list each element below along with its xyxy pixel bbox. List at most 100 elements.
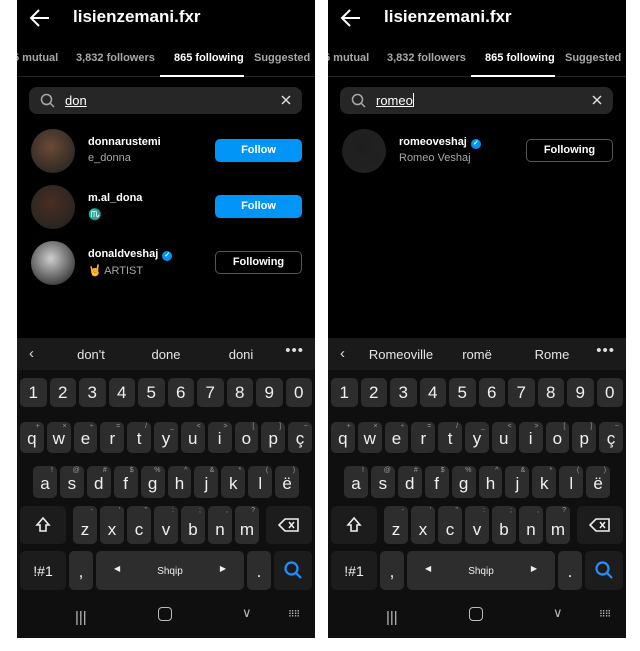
key-f[interactable]: $ f [113, 466, 138, 498]
key-x[interactable]: ' x [411, 506, 435, 544]
key-3[interactable]: 3 [390, 378, 417, 407]
key-3[interactable]: 3 [79, 378, 106, 407]
key-k[interactable]: * k [221, 466, 246, 498]
tab-suggested[interactable]: Suggested [254, 52, 310, 64]
key-u[interactable]: < u [491, 422, 516, 453]
key-0[interactable]: 0 [596, 378, 623, 407]
more-options-icon[interactable]: ••• [285, 342, 304, 359]
avatar[interactable] [31, 185, 75, 229]
symbols-key[interactable]: !#1 [331, 551, 377, 590]
key-e[interactable]: ÷ e [384, 422, 409, 453]
tab-followers[interactable]: 3,832 followers [387, 52, 466, 64]
more-options-icon[interactable]: ••• [596, 342, 615, 359]
search-query[interactable]: romeo [376, 93, 414, 108]
key-9[interactable]: 9 [256, 378, 283, 407]
key-4[interactable]: 4 [419, 378, 446, 407]
key-n[interactable]: ,n [519, 506, 543, 544]
keyboard-icon[interactable]: ⠿⠿ [599, 609, 611, 620]
key-c[interactable]: " c [127, 506, 151, 544]
avatar[interactable] [342, 129, 386, 173]
key-s[interactable]: @ s [370, 466, 395, 498]
key-g[interactable]: % g [451, 466, 476, 498]
key-5[interactable]: 5 [138, 378, 165, 407]
key-i[interactable]: > i [518, 422, 543, 453]
key-p[interactable]: ] p [572, 422, 597, 453]
tab-suggested[interactable]: Suggested [565, 52, 621, 64]
comma-key[interactable]: , [69, 551, 93, 590]
search-key[interactable] [274, 551, 312, 590]
key-l[interactable]: (l [248, 466, 273, 498]
key-s[interactable]: @ s [59, 466, 84, 498]
key-9[interactable]: 9 [567, 378, 594, 407]
key-j[interactable]: & j [194, 466, 219, 498]
shift-key[interactable] [331, 506, 377, 544]
username[interactable]: m.al_dona [88, 192, 142, 204]
tab-mutual[interactable]: 5 mutual [17, 52, 58, 64]
tab-mutual[interactable]: 5 mutual [328, 52, 369, 64]
username[interactable]: romeoveshaj ✓ [399, 136, 481, 149]
tab-following[interactable]: 865 following [485, 52, 555, 64]
search-query[interactable]: don [65, 93, 87, 108]
key-g[interactable]: % g [140, 466, 165, 498]
key-k[interactable]: * k [532, 466, 557, 498]
key-ç[interactable]: ~ ç [288, 422, 312, 453]
recent-apps-icon[interactable]: ||| [386, 609, 398, 626]
keyboard-icon[interactable]: ⠿⠿ [288, 609, 300, 620]
tab-followers[interactable]: 3,832 followers [76, 52, 155, 64]
list-item[interactable]: romeoveshaj ✓ Romeo Veshaj Following [328, 126, 626, 176]
key-z[interactable]: -z [384, 506, 408, 544]
key-ë[interactable]: ) ë [586, 466, 611, 498]
home-icon[interactable] [469, 607, 483, 621]
key-x[interactable]: ' x [100, 506, 124, 544]
key-8[interactable]: 8 [537, 378, 564, 407]
key-6[interactable]: 6 [167, 378, 194, 407]
key-v[interactable]: :v [154, 506, 178, 544]
key-2[interactable]: 2 [360, 378, 387, 407]
shift-key[interactable] [20, 506, 66, 544]
period-key[interactable]: . [558, 551, 582, 590]
key-b[interactable]: ; b [492, 506, 516, 544]
suggestion-word[interactable]: Rome [535, 347, 570, 362]
space-key[interactable]: ◀ Shqip ▶ [407, 551, 555, 590]
key-q[interactable]: + q [20, 422, 44, 453]
key-t[interactable]: / t [127, 422, 152, 453]
key-l[interactable]: (l [559, 466, 584, 498]
search-input[interactable]: don [29, 87, 302, 114]
clear-search-icon[interactable] [590, 93, 604, 107]
follow-button[interactable]: Follow [215, 195, 302, 218]
key-q[interactable]: + q [331, 422, 355, 453]
key-d[interactable]: # d [397, 466, 422, 498]
key-j[interactable]: & j [505, 466, 530, 498]
key-7[interactable]: 7 [197, 378, 224, 407]
key-e[interactable]: ÷ e [73, 422, 98, 453]
key-5[interactable]: 5 [449, 378, 476, 407]
back-arrow-icon[interactable] [340, 8, 362, 28]
key-ë[interactable]: ) ë [275, 466, 300, 498]
suggestion-word[interactable]: romë [462, 347, 492, 362]
suggestion-word[interactable]: doni [229, 347, 254, 362]
key-d[interactable]: # d [86, 466, 111, 498]
key-7[interactable]: 7 [508, 378, 535, 407]
key-y[interactable]: _ y [465, 422, 489, 453]
key-a[interactable]: ! a [33, 466, 57, 498]
tab-following[interactable]: 865 following [174, 52, 244, 64]
key-o[interactable]: [o [545, 422, 570, 453]
space-key[interactable]: ◀ Shqip ▶ [96, 551, 244, 590]
key-c[interactable]: " c [438, 506, 462, 544]
backspace-key[interactable] [577, 506, 623, 544]
search-input[interactable]: romeo [340, 87, 613, 114]
home-icon[interactable] [158, 607, 172, 621]
key-2[interactable]: 2 [49, 378, 76, 407]
suggestion-word[interactable]: Romeoville [369, 347, 433, 362]
follow-button[interactable]: Follow [215, 139, 302, 162]
suggestion-word[interactable]: done [152, 347, 181, 362]
key-8[interactable]: 8 [226, 378, 253, 407]
following-button[interactable]: Following [215, 251, 302, 274]
key-w[interactable]: × w [46, 422, 71, 453]
key-r[interactable]: = r [411, 422, 436, 453]
key-6[interactable]: 6 [478, 378, 505, 407]
backspace-key[interactable] [266, 506, 312, 544]
key-w[interactable]: × w [357, 422, 382, 453]
avatar[interactable] [31, 129, 75, 173]
key-h[interactable]: ^ h [167, 466, 192, 498]
